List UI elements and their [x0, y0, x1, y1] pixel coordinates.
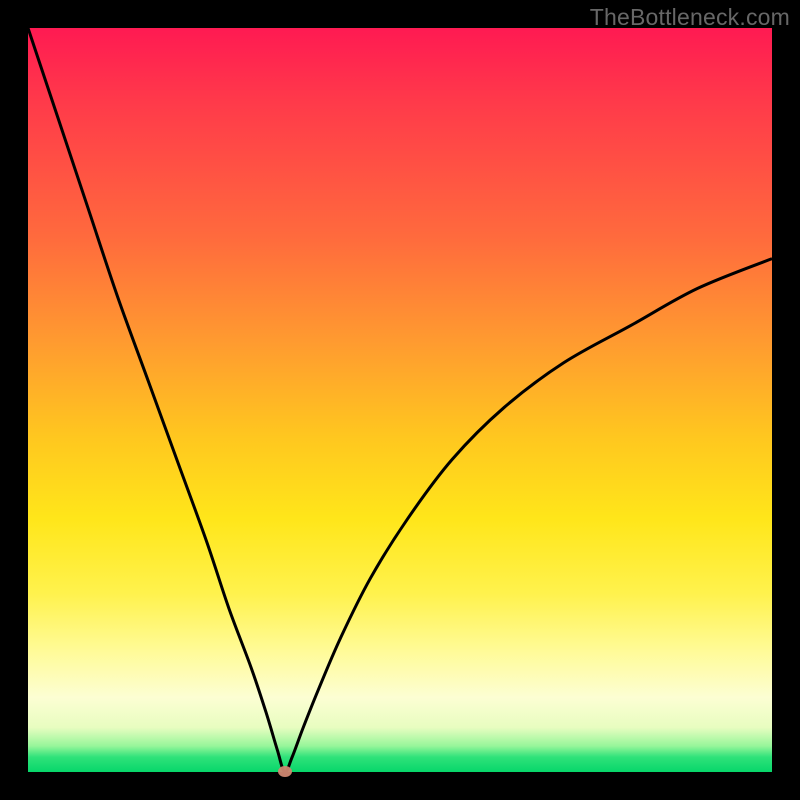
bottleneck-curve [28, 28, 772, 772]
watermark-text: TheBottleneck.com [590, 4, 790, 31]
chart-frame: TheBottleneck.com [0, 0, 800, 800]
plot-area [28, 28, 772, 772]
curve-svg [28, 28, 772, 772]
vertex-marker [278, 766, 292, 777]
